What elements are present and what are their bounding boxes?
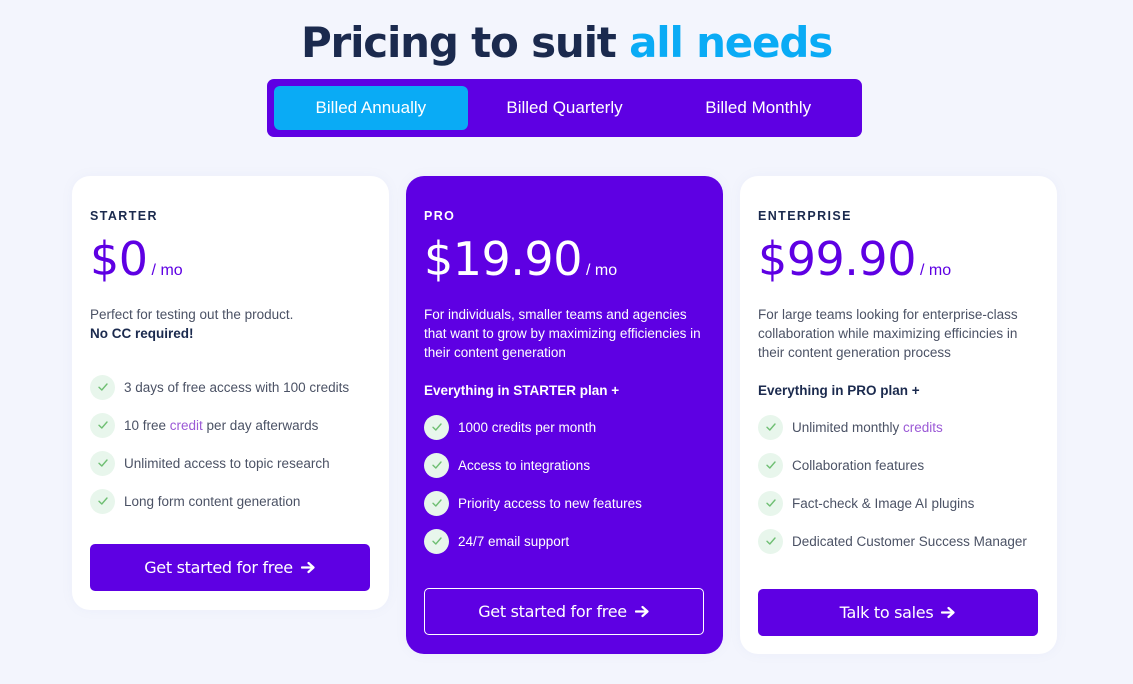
talk-to-sales-button[interactable]: Talk to sales — [758, 589, 1038, 636]
pricing-page: Pricing to suit all needs Billed Annuall… — [0, 0, 1133, 684]
plan-name: STARTER — [90, 209, 158, 223]
feature-text-main: Long form content generation — [124, 493, 301, 509]
price-period: / mo — [151, 262, 183, 279]
plan-description: For individuals, smaller teams and agenc… — [424, 307, 701, 360]
feature-text: Access to integrations — [458, 458, 590, 473]
feature-item: Unlimited monthly credits — [758, 408, 1039, 446]
feature-text: Fact-check & Image AI plugins — [792, 496, 974, 511]
check-icon — [424, 452, 449, 478]
feature-item: 3 days of free access with 100 credits — [90, 368, 371, 406]
page-title: Pricing to suit all needs — [0, 18, 1133, 67]
check-icon — [424, 414, 449, 440]
check-icon — [90, 412, 115, 438]
feature-text: Collaboration features — [792, 458, 924, 473]
feature-item: Long form content generation — [90, 482, 371, 520]
tab-billed-monthly[interactable]: Billed Monthly — [661, 86, 855, 130]
feature-text-rest: per day afterwards — [202, 417, 319, 433]
feature-item: 10 free credit per day afterwards — [90, 406, 371, 444]
feature-text-main: 10 free — [124, 417, 170, 433]
feature-text-main: Access to integrations — [458, 457, 591, 473]
feature-item: Fact-check & Image AI plugins — [758, 484, 1039, 522]
feature-text: Dedicated Customer Success Manager — [792, 534, 1027, 549]
arrow-right-icon — [634, 605, 650, 618]
plan-price: $19.90 — [424, 232, 582, 286]
arrow-right-icon — [941, 606, 956, 619]
cta-label: Get started for free — [144, 558, 293, 577]
check-icon — [90, 450, 115, 476]
feature-item: Collaboration features — [758, 446, 1039, 484]
price-period: / mo — [585, 262, 618, 279]
title-accent: all needs — [629, 18, 833, 67]
feature-text-main: 3 days of free access with 100 credits — [124, 379, 350, 395]
cta-label: Get started for free — [478, 602, 627, 621]
plan-name: PRO — [424, 209, 456, 223]
plan-description: For large teams looking for enterprise-c… — [758, 307, 1018, 360]
feature-item: 1000 credits per month — [424, 408, 705, 446]
feature-text-main: Unlimited access to topic research — [124, 455, 330, 471]
get-started-free-button[interactable]: Get started for free — [90, 544, 370, 591]
plan-description: Perfect for testing out the product. No … — [90, 305, 371, 343]
price-period: / mo — [919, 262, 952, 279]
feature-text: Unlimited monthly credits — [792, 420, 943, 435]
tab-billed-quarterly[interactable]: Billed Quarterly — [468, 86, 662, 130]
feature-text-main: 24/7 email support — [458, 533, 570, 549]
tab-billed-annually[interactable]: Billed Annually — [274, 86, 468, 130]
price-row: $0 / mo — [90, 232, 371, 286]
check-icon — [424, 528, 449, 554]
check-icon — [758, 414, 783, 440]
arrow-right-icon — [300, 561, 316, 574]
feature-list: Unlimited monthly credits Collaboration f… — [758, 408, 1039, 560]
check-icon — [758, 490, 783, 516]
check-icon — [758, 528, 783, 554]
price-row: $99.90 / mo — [758, 232, 1039, 286]
feature-item: Unlimited access to topic research — [90, 444, 371, 482]
description-bold: No CC required! — [90, 326, 194, 341]
check-icon — [424, 490, 449, 516]
feature-text: 3 days of free access with 100 credits — [124, 380, 349, 395]
get-started-free-button[interactable]: Get started for free — [424, 588, 704, 635]
feature-text-main: Dedicated Customer Success Manager — [792, 533, 1027, 549]
feature-text-main: Fact-check & Image AI plugins — [792, 495, 975, 511]
feature-item: Priority access to new features — [424, 484, 705, 522]
plan-card-enterprise: ENTERPRISE $99.90 / mo For large teams l… — [740, 176, 1057, 654]
check-icon — [90, 374, 115, 400]
description-text: Perfect for testing out the product. — [90, 307, 294, 322]
plan-card-starter: STARTER $0 / mo Perfect for testing out … — [72, 176, 389, 610]
feature-text-main: Collaboration features — [792, 457, 925, 473]
check-icon — [758, 452, 783, 478]
credit-link[interactable]: credits — [903, 420, 943, 435]
feature-text-main: Unlimited monthly — [792, 419, 904, 435]
credit-link[interactable]: credit — [170, 418, 203, 433]
feature-item: 24/7 email support — [424, 522, 705, 560]
plan-includes: Everything in STARTER plan + — [424, 383, 620, 398]
feature-text: 1000 credits per month — [458, 420, 596, 435]
cta-label: Talk to sales — [839, 603, 934, 622]
check-icon — [90, 488, 115, 514]
feature-item: Access to integrations — [424, 446, 705, 484]
feature-text: Priority access to new features — [458, 496, 642, 511]
plan-price: $99.90 — [758, 232, 916, 286]
feature-item: Dedicated Customer Success Manager — [758, 522, 1039, 560]
feature-text: 24/7 email support — [458, 534, 569, 549]
feature-list: 3 days of free access with 100 credits 10… — [90, 368, 371, 520]
billing-period-toggle: Billed Annually Billed Quarterly Billed … — [267, 79, 862, 137]
title-main: Pricing to suit — [300, 18, 617, 67]
feature-text-main: 1000 credits per month — [458, 419, 597, 435]
feature-text: Unlimited access to topic research — [124, 456, 330, 471]
feature-list: 1000 credits per month Access to integrat… — [424, 408, 705, 560]
plan-price: $0 — [90, 232, 148, 286]
plan-includes: Everything in PRO plan + — [758, 383, 920, 398]
feature-text: 10 free credit per day afterwards — [124, 418, 318, 433]
feature-text-main: Priority access to new features — [458, 495, 642, 511]
plan-card-pro: PRO $19.90 / mo For individuals, smaller… — [406, 176, 723, 654]
price-row: $19.90 / mo — [424, 232, 705, 286]
plan-name: ENTERPRISE — [758, 209, 852, 223]
feature-text: Long form content generation — [124, 494, 300, 509]
